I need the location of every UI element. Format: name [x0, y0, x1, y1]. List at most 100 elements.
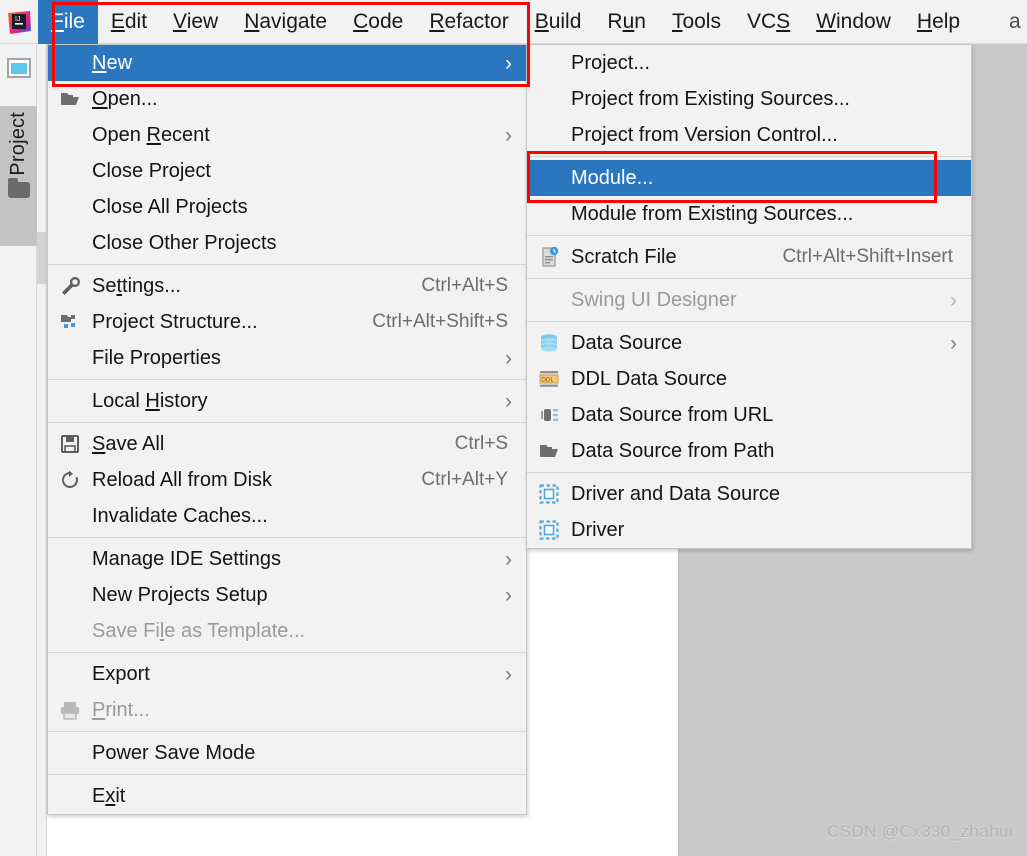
- menu-item-save-all[interactable]: Save All Ctrl+S: [48, 426, 526, 462]
- menu-item-project-structure[interactable]: Project Structure... Ctrl+Alt+Shift+S: [48, 304, 526, 340]
- open-folder-icon: [540, 445, 558, 457]
- menu-item-label: Reload All from Disk: [92, 468, 273, 491]
- driver-icon: [539, 520, 559, 540]
- refresh-icon: [62, 470, 79, 488]
- left-tool-strip: Project: [0, 44, 37, 856]
- project-structure-icon: [61, 315, 75, 328]
- menu-item-swing-ui-designer: Swing UI Designer ›: [527, 282, 971, 318]
- menu-item-data-source-from-path[interactable]: Data Source from Path: [527, 433, 971, 469]
- menu-bar-overflow-text: a: [1009, 9, 1021, 33]
- menu-bar-item-file[interactable]: File: [38, 0, 98, 44]
- menu-bar-item-window[interactable]: Window: [803, 0, 904, 44]
- menu-item-shortcut: Ctrl+Alt+Shift+S: [372, 311, 508, 332]
- menu-bar-item-help[interactable]: Help: [904, 0, 973, 44]
- driver-icon: [539, 484, 559, 504]
- menu-item-new[interactable]: New ›: [48, 45, 526, 81]
- menu-item-label: Driver: [571, 518, 625, 541]
- menu-item-driver[interactable]: Driver: [527, 512, 971, 548]
- menu-item-file-properties[interactable]: File Properties ›: [48, 340, 526, 376]
- editor-gutter: [37, 44, 47, 856]
- data-source-url-icon: [541, 409, 558, 421]
- database-icon: [527, 332, 571, 354]
- menu-item-close-all-projects[interactable]: Close All Projects: [48, 189, 526, 225]
- menu-item-scratch-file[interactable]: Scratch File Ctrl+Alt+Shift+Insert: [527, 239, 971, 275]
- menu-item-label: Print...: [92, 698, 150, 721]
- refresh-icon: [48, 469, 92, 491]
- wrench-icon: [48, 275, 92, 297]
- menu-item-manage-ide-settings[interactable]: Manage IDE Settings ›: [48, 541, 526, 577]
- menu-item-ddl-data-source[interactable]: DDL DDL Data Source: [527, 361, 971, 397]
- scratch-file-icon: [527, 246, 571, 268]
- menu-separator: [48, 537, 526, 538]
- menu-item-save-file-as-template: Save File as Template...: [48, 613, 526, 649]
- menu-item-module-from-existing-sources[interactable]: Module from Existing Sources...: [527, 196, 971, 232]
- tool-window-icon[interactable]: [7, 58, 31, 78]
- chevron-right-icon: ›: [505, 662, 512, 686]
- menu-item-label: Data Source: [571, 331, 683, 354]
- menu-item-data-source-from-url[interactable]: Data Source from URL: [527, 397, 971, 433]
- menu-item-open-recent[interactable]: Open Recent ›: [48, 117, 526, 153]
- menu-item-project-from-existing-sources[interactable]: Project from Existing Sources...: [527, 81, 971, 117]
- svg-text:DDL: DDL: [541, 376, 554, 383]
- menu-item-close-other-projects[interactable]: Close Other Projects: [48, 225, 526, 261]
- menu-bar-item-refactor[interactable]: Refactor: [416, 0, 521, 44]
- menu-item-project[interactable]: Project...: [527, 45, 971, 81]
- menu-item-local-history[interactable]: Local History ›: [48, 383, 526, 419]
- menu-item-label: File Properties: [92, 346, 221, 369]
- menu-bar-items: File Edit View Navigate Code Refactor Build Run…: [38, 0, 973, 44]
- menu-item-open[interactable]: Open...: [48, 81, 526, 117]
- menu-item-export[interactable]: Export ›: [48, 656, 526, 692]
- menu-item-project-from-version-control[interactable]: Project from Version Control...: [527, 117, 971, 153]
- ddl-icon: DDL: [527, 368, 571, 390]
- menu-item-data-source[interactable]: Data Source ›: [527, 325, 971, 361]
- menu-item-driver-and-data-source[interactable]: Driver and Data Source: [527, 476, 971, 512]
- menu-separator: [527, 472, 971, 473]
- menu-item-label: Project...: [571, 51, 650, 74]
- menu-bar-item-build[interactable]: Build: [522, 0, 595, 44]
- driver-icon: [527, 519, 571, 541]
- menu-separator: [48, 652, 526, 653]
- menu-separator: [527, 278, 971, 279]
- menu-item-label: Driver and Data Source: [571, 482, 780, 505]
- menu-item-label: Data Source from URL: [571, 403, 774, 426]
- chevron-right-icon: ›: [950, 331, 957, 355]
- menu-item-invalidate-caches[interactable]: Invalidate Caches...: [48, 498, 526, 534]
- menu-item-new-projects-setup[interactable]: New Projects Setup ›: [48, 577, 526, 613]
- menu-item-shortcut: Ctrl+Alt+S: [421, 275, 508, 296]
- menu-item-reload-all-from-disk[interactable]: Reload All from Disk Ctrl+Alt+Y: [48, 462, 526, 498]
- menu-separator: [527, 156, 971, 157]
- menu-item-module[interactable]: Module...: [527, 160, 971, 196]
- menu-bar-item-label: Code: [353, 9, 404, 33]
- menu-item-label: Exit: [92, 784, 126, 807]
- menu-item-label: DDL Data Source: [571, 367, 727, 390]
- menu-bar-item-label: VCS: [746, 9, 791, 33]
- menu-item-power-save-mode[interactable]: Power Save Mode: [48, 735, 526, 771]
- menu-item-close-project[interactable]: Close Project: [48, 153, 526, 189]
- menu-bar-item-code[interactable]: Code: [340, 0, 416, 44]
- menu-bar-item-label: Build: [534, 9, 582, 33]
- menu-item-label: Close Other Projects: [92, 231, 277, 254]
- chevron-right-icon: ›: [505, 123, 512, 147]
- database-icon: [541, 334, 557, 352]
- menu-bar-item-tools[interactable]: Tools: [659, 0, 734, 44]
- new-submenu-popup: Project... Project from Existing Sources.…: [526, 44, 972, 549]
- menu-item-settings[interactable]: Settings... Ctrl+Alt+S: [48, 268, 526, 304]
- menu-item-label: Data Source from Path: [571, 439, 775, 462]
- menu-item-print: Print...: [48, 692, 526, 728]
- menu-bar-item-edit[interactable]: Edit: [98, 0, 160, 44]
- menu-bar-item-label: Edit: [110, 9, 148, 33]
- file-menu-popup: New › Open... Open Recent › Close Project Clos…: [47, 44, 527, 815]
- menu-bar-item-navigate[interactable]: Navigate: [231, 0, 340, 44]
- svg-text:IJ: IJ: [15, 16, 20, 23]
- menu-bar-item-view[interactable]: View: [160, 0, 231, 44]
- intellij-idea-logo-icon: IJ: [0, 0, 38, 44]
- menu-item-label: Save File as Template...: [92, 619, 306, 642]
- menu-bar-item-vcs[interactable]: VCS: [734, 0, 803, 44]
- scratch-file-icon: [542, 246, 559, 267]
- sidebar-item-project[interactable]: Project: [0, 106, 37, 246]
- menu-item-label: Swing UI Designer: [571, 288, 737, 311]
- menu-bar-item-run[interactable]: Run: [594, 0, 659, 44]
- menu-item-exit[interactable]: Exit: [48, 778, 526, 814]
- menu-item-label: Close Project: [92, 159, 211, 182]
- menu-item-label: Project Structure...: [92, 310, 258, 333]
